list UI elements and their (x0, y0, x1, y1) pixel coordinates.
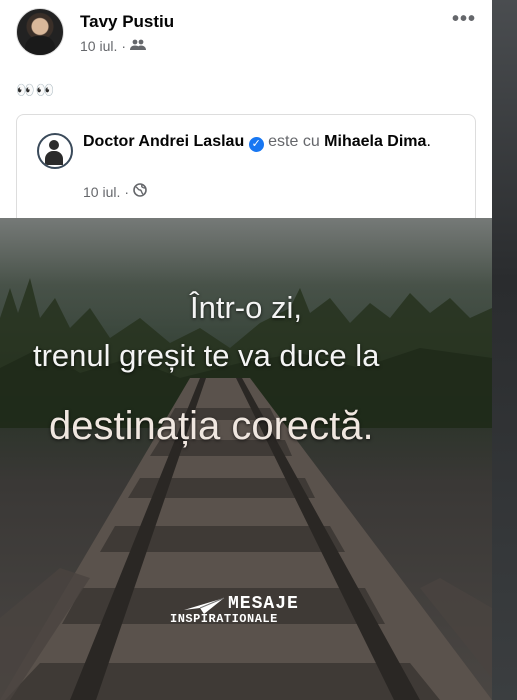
shared-post[interactable]: Doctor Andrei Laslau ✓ este cu Mihaela D… (16, 114, 476, 218)
globe-icon[interactable] (133, 183, 147, 200)
author-avatar[interactable] (16, 8, 64, 56)
more-options-button[interactable]: ••• (452, 8, 476, 31)
post-image[interactable]: Într-o zi, trenul greșit te va duce la d… (0, 218, 492, 700)
shared-post-header: Doctor Andrei Laslau ✓ este cu Mihaela D… (83, 131, 463, 153)
background-strip (492, 0, 517, 700)
shared-author-name[interactable]: Doctor Andrei Laslau (83, 133, 244, 150)
shared-author-avatar[interactable] (37, 133, 73, 169)
image-text-line3: destinația corectă. (49, 404, 374, 448)
author-name[interactable]: Tavy Pustiu (80, 12, 174, 32)
tagged-end: . (426, 133, 431, 150)
post-text: 👀👀 (16, 82, 56, 99)
watermark-logo: MESAJE INSPIRATIONALE (168, 594, 338, 630)
with-text: este cu (268, 133, 320, 150)
facebook-post-card: Tavy Pustiu 10 iul. · ••• 👀👀 Doctor Andr… (0, 0, 492, 700)
shared-meta-separator: · (124, 183, 130, 200)
post-meta: 10 iul. · (80, 38, 147, 54)
logo-sub-text: INSPIRATIONALE (170, 612, 278, 626)
friends-icon[interactable] (130, 38, 147, 54)
meta-separator: · (121, 38, 127, 54)
logo-main-text: MESAJE (228, 594, 299, 614)
shared-post-time[interactable]: 10 iul. (83, 184, 120, 200)
shared-post-meta: 10 iul. · (83, 183, 147, 200)
image-text-line1: Într-o zi, (190, 290, 302, 325)
post-time[interactable]: 10 iul. (80, 38, 117, 54)
tagged-person[interactable]: Mihaela Dima (324, 133, 426, 150)
verified-badge-icon: ✓ (248, 137, 264, 152)
post-header: Tavy Pustiu 10 iul. · ••• (16, 8, 476, 58)
image-text-line2: trenul greșit te va duce la (33, 338, 380, 373)
